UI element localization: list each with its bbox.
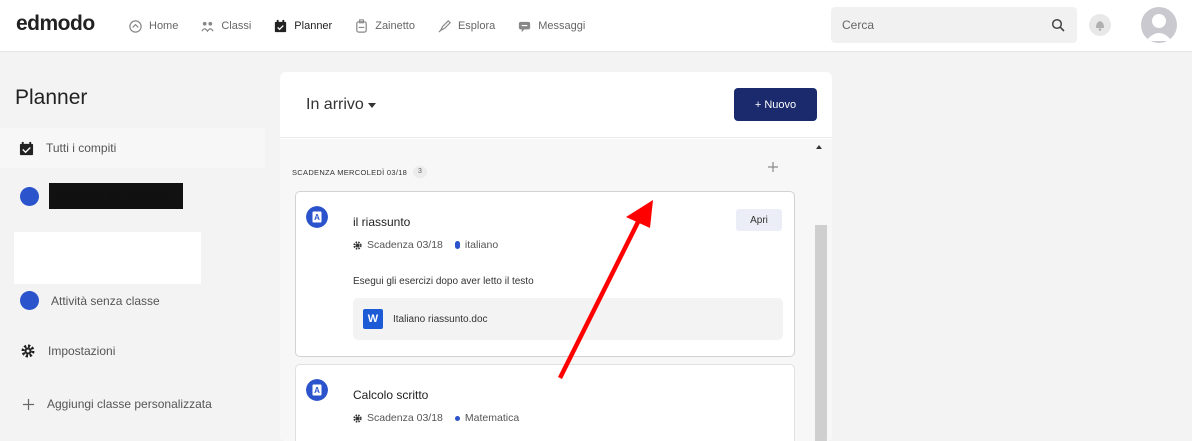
sidebar-item-label: Tutti i compiti (46, 141, 117, 155)
nav-classi[interactable]: Classi (200, 19, 251, 34)
nav-esplora[interactable]: Esplora (437, 19, 495, 34)
due-date: Scadenza 03/18 (367, 412, 443, 424)
sidebar-item-class[interactable]: CLASSE 4B PASCOLI (20, 183, 183, 209)
nav-zainetto-label: Zainetto (375, 20, 415, 32)
open-button[interactable]: Apri (736, 209, 782, 231)
sidebar-item-all-tasks[interactable]: Tutti i compiti (0, 128, 265, 168)
attachment-name: Italiano riassunto.doc (393, 313, 488, 325)
rocket-icon (438, 19, 451, 33)
sidebar-item-add-class[interactable]: Aggiungi classe personalizzata (22, 397, 212, 411)
task-meta: Scadenza 03/18 Matematica (353, 412, 519, 424)
task-meta: Scadenza 03/18 italiano (353, 239, 498, 251)
top-bar: edmodo Home Classi Planner Zainetto Espl… (0, 0, 1192, 52)
blank-placeholder (14, 232, 201, 284)
word-doc-icon: W (363, 309, 383, 329)
nav-classi-label: Classi (221, 20, 252, 32)
avatar[interactable] (1141, 7, 1177, 43)
home-icon (129, 19, 142, 33)
edmodo-logo[interactable]: edmodo (16, 12, 95, 36)
task-title[interactable]: Calcolo scritto (353, 388, 428, 402)
user-icon (1146, 14, 1172, 41)
notification-button[interactable] (1089, 14, 1111, 36)
nav-messaggi[interactable]: Messaggi (517, 19, 585, 34)
sidebar-title: Planner (15, 86, 88, 109)
plus-icon (22, 398, 35, 410)
subject-dot-icon (454, 415, 460, 421)
due-icon (353, 240, 362, 250)
nav-home-label: Home (149, 20, 179, 32)
class-dot-icon (20, 186, 39, 206)
planner-icon (275, 19, 287, 32)
task-card[interactable]: A il riassunto Scadenza 03/18 italiano A… (295, 191, 795, 357)
backpack-icon (356, 18, 368, 33)
nav-esplora-label: Esplora (457, 20, 496, 32)
sidebar-item-label: Aggiungi classe personalizzata (47, 397, 212, 411)
sidebar-item-label: Impostazioni (48, 344, 116, 358)
search-box (831, 7, 1077, 43)
assignment-icon: A (306, 206, 328, 228)
chat-icon (519, 21, 531, 32)
sidebar-item-settings[interactable]: Impostazioni (20, 343, 115, 359)
task-description: Esegui gli esercizi dopo aver letto il t… (353, 276, 534, 287)
sidebar-item-label: Attività senza classe (51, 293, 160, 308)
subject-label: italiano (464, 239, 499, 251)
nav-planner[interactable]: Planner (273, 19, 332, 34)
nav-home[interactable]: Home (128, 19, 178, 34)
attachment[interactable]: W Italiano riassunto.doc (353, 298, 783, 340)
search-icon[interactable] (1051, 18, 1065, 32)
nav-zainetto[interactable]: Zainetto (354, 18, 415, 34)
bell-icon (1096, 21, 1104, 31)
subject-label: Matematica (464, 412, 520, 424)
task-card[interactable]: A Calcolo scritto Scadenza 03/18 Matemat… (295, 364, 795, 441)
card-container: A il riassunto Scadenza 03/18 italiano A… (280, 72, 832, 441)
subject-dot-icon (454, 241, 460, 249)
due-icon (353, 413, 362, 423)
svg-text:A: A (314, 386, 320, 395)
classes-icon (201, 21, 214, 32)
sidebar-item-no-class[interactable]: Attività senza classe (20, 291, 160, 310)
svg-text:A: A (314, 213, 320, 222)
no-class-dot-icon (20, 291, 39, 310)
nav-planner-label: Planner (294, 20, 333, 32)
gear-icon (21, 344, 35, 358)
task-title[interactable]: il riassunto (353, 215, 410, 229)
nav-messaggi-label: Messaggi (538, 20, 586, 32)
main-nav: Home Classi Planner Zainetto Esplora Mes… (128, 0, 585, 52)
due-date: Scadenza 03/18 (367, 239, 443, 251)
class-name-label: CLASSE 4B PASCOLI (49, 183, 183, 209)
calendar-check-icon (19, 141, 34, 155)
assignment-icon: A (306, 379, 328, 401)
search-input[interactable] (831, 7, 1041, 43)
